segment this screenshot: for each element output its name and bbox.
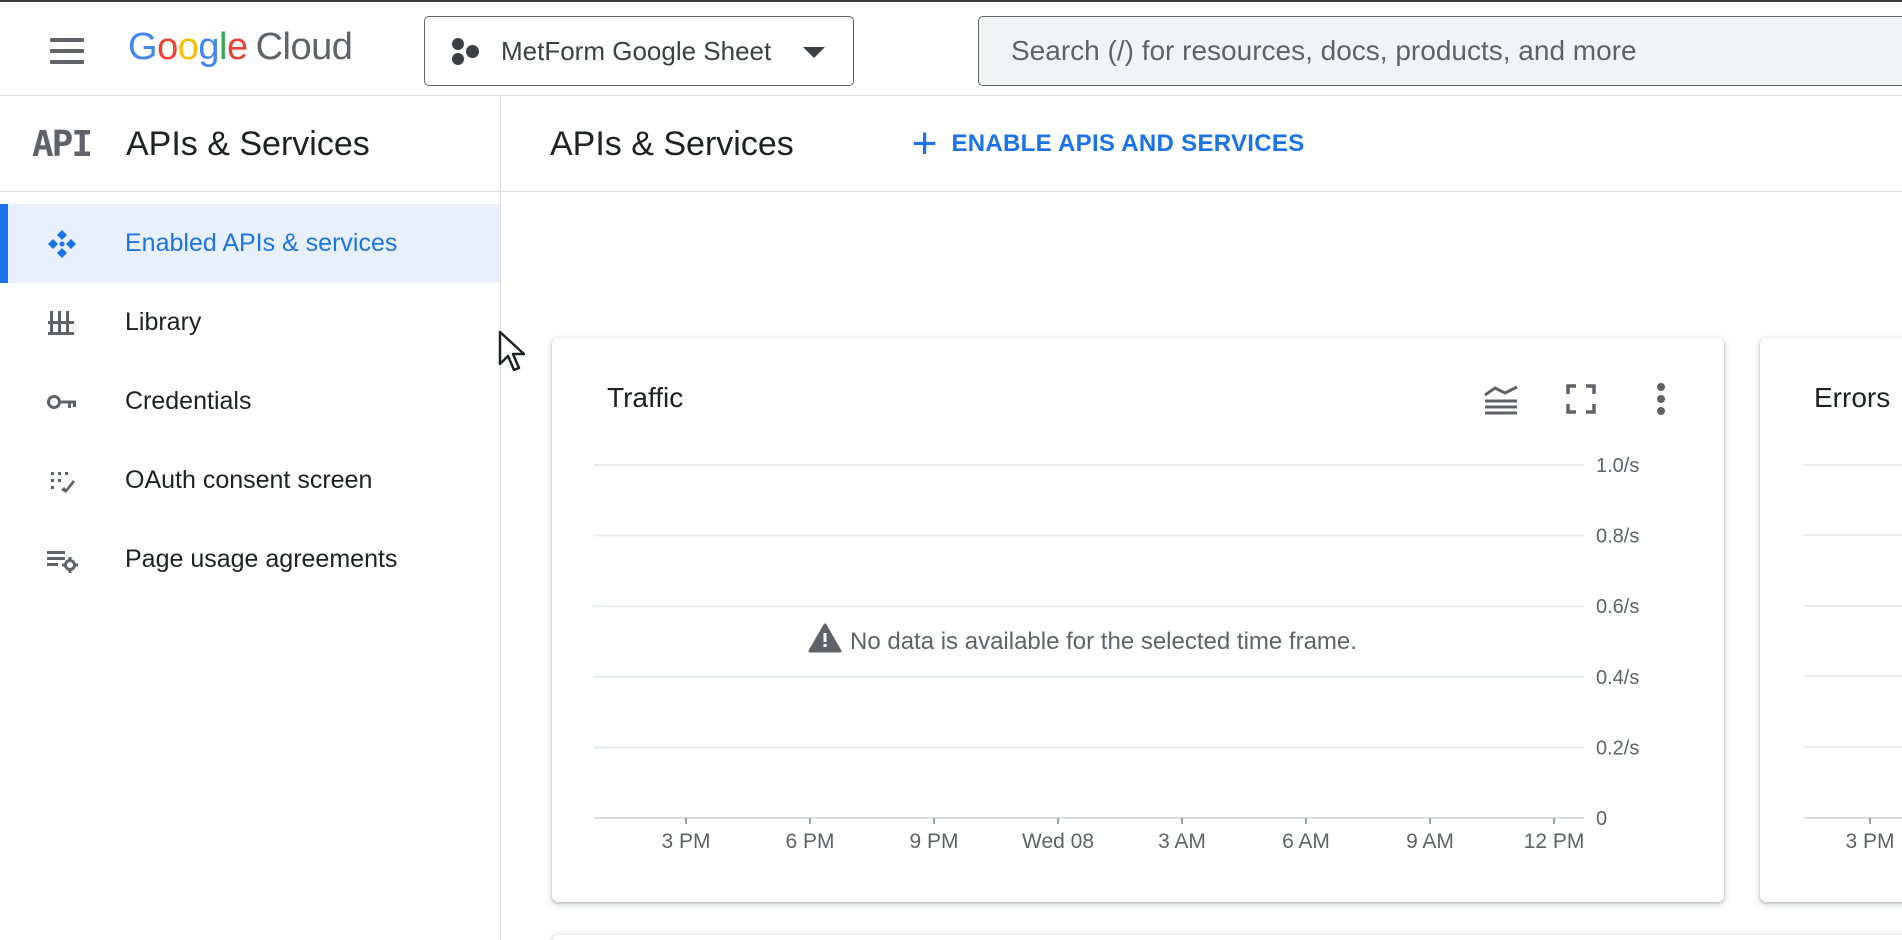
logo-letter: g [198,26,219,68]
page-header: APIs & Services + ENABLE APIS AND SERVIC… [502,97,1902,192]
sidebar-item-page-usage[interactable]: Page usage agreements [0,520,500,599]
logo-letter: o [157,26,178,68]
sidebar-item-label: Credentials [125,387,252,415]
errors-card: Errors 3 PM [1760,338,1902,902]
sidebar-header: API APIs & Services [0,97,500,192]
traffic-card: Traffic 0 0.2/s 0.4/s 0.6/s 0.8/s 1.0/s 3 PM 6 … [552,338,1724,902]
library-icon [44,305,80,341]
api-logo-icon: API [32,123,93,165]
errors-chart: 3 PM [1804,464,1902,853]
menu-line [50,49,84,53]
x-tick-label: Wed 08 [1022,830,1094,853]
project-picker[interactable]: MetForm Google Sheet [424,16,854,86]
enable-apis-label: ENABLE APIS AND SERVICES [951,130,1305,157]
key-icon [44,384,80,420]
sidebar-item-label: Enabled APIs & services [125,229,398,257]
x-tick-label: 6 AM [1282,830,1330,853]
sidebar-item-label: Library [125,308,202,336]
warning-icon [808,623,842,653]
search-input[interactable] [1011,35,1891,67]
search-bar[interactable] [978,16,1902,86]
x-tick-label: 12 PM [1524,830,1585,853]
y-tick-label: 0.8/s [1596,526,1639,548]
sidebar-item-library[interactable]: Library [0,283,500,362]
sidebar-item-enabled-apis[interactable]: Enabled APIs & services [0,204,500,283]
top-bar: Google Cloud MetForm Google Sheet [0,0,1902,96]
logo-cloud-text: Cloud [255,26,353,68]
google-cloud-logo[interactable]: Google Cloud [128,26,353,69]
oauth-icon [44,463,80,499]
x-tick-label: 3 PM [661,830,710,853]
x-tick-label: 9 AM [1406,830,1454,853]
enable-apis-button[interactable]: + ENABLE APIS AND SERVICES [912,122,1305,166]
sidebar-item-label: Page usage agreements [125,545,398,573]
main-menu-button[interactable] [44,30,88,74]
logo-letter: o [177,26,199,68]
chevron-down-icon [803,47,825,58]
logo-letter: l [218,26,227,68]
x-tick-label: 6 PM [785,830,834,853]
settings-list-icon [44,542,80,578]
menu-line [50,60,84,64]
sidebar-item-credentials[interactable]: Credentials [0,362,500,441]
logo-letter: e [226,26,248,68]
sidebar-title: APIs & Services [126,124,370,163]
y-tick-label: 0 [1596,808,1607,830]
x-tick-label: 9 PM [909,830,958,853]
next-card [552,935,1902,940]
project-name: MetForm Google Sheet [501,35,772,66]
sidebar-item-label: OAuth consent screen [125,466,373,494]
plus-icon: + [911,119,938,168]
sidebar-item-oauth[interactable]: OAuth consent screen [0,441,500,520]
project-icon [451,36,481,66]
y-tick-label: 0.4/s [1596,667,1639,689]
errors-x-tick: 3 PM [1845,830,1894,853]
sidebar-nav: Enabled APIs & services Library Credenti… [0,204,500,599]
page-title: APIs & Services [550,124,794,163]
sidebar: API APIs & Services Enabled APIs & servi… [0,97,501,940]
menu-line [50,38,84,42]
no-data-message: No data is available for the selected ti… [850,628,1357,655]
y-tick-label: 1.0/s [1596,455,1639,477]
traffic-chart: 0 0.2/s 0.4/s 0.6/s 0.8/s 1.0/s 3 PM 6 PM 9 PM We… [594,455,1639,853]
y-tick-label: 0.2/s [1596,737,1639,759]
mouse-cursor-icon [498,330,526,372]
diamond-icon [44,226,80,262]
logo-letter: G [128,26,158,68]
x-tick-label: 3 AM [1158,830,1206,853]
y-tick-label: 0.6/s [1596,596,1639,618]
